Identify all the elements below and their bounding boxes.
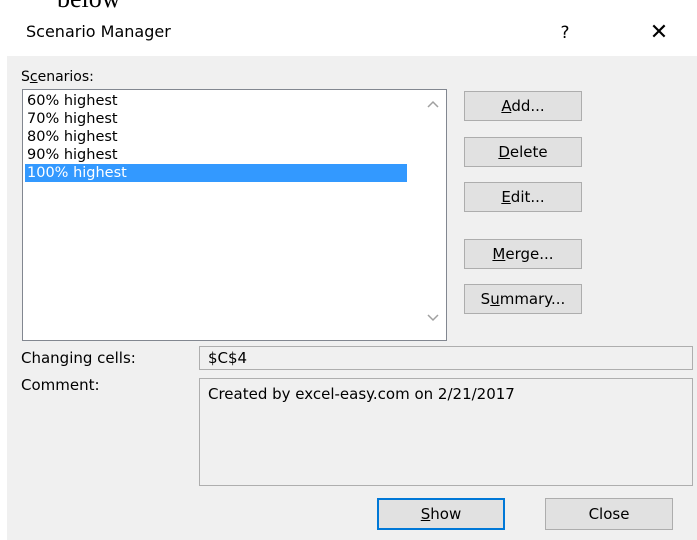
comment-label: Comment:	[21, 376, 100, 394]
edit-button-post: dit...	[510, 188, 545, 206]
summary-button-post: mmary...	[499, 290, 566, 308]
merge-button[interactable]: Merge...	[464, 239, 582, 269]
dialog-title: Scenario Manager	[26, 22, 171, 41]
list-item[interactable]: 70% highest	[25, 110, 407, 128]
close-icon[interactable]: ✕	[644, 18, 674, 48]
delete-button[interactable]: Delete	[464, 137, 582, 167]
help-button[interactable]: ?	[550, 18, 580, 48]
scenarios-label-pre: S	[21, 69, 30, 85]
changing-cells-label: Changing cells:	[21, 349, 136, 367]
merge-button-post: erge...	[505, 245, 554, 263]
list-item[interactable]: 80% highest	[25, 128, 407, 146]
summary-button-accelerator: u	[490, 290, 500, 308]
changing-cells-field: $C$4	[199, 346, 693, 370]
chevron-down-icon[interactable]	[423, 312, 443, 328]
delete-button-accelerator: D	[498, 143, 510, 161]
scenarios-label: Scenarios:	[21, 69, 94, 85]
add-button-accelerator: A	[501, 97, 512, 115]
show-button-accelerator: S	[420, 505, 431, 523]
add-button[interactable]: Add...	[464, 91, 582, 121]
edit-button[interactable]: Edit...	[464, 182, 582, 212]
summary-button-pre: S	[480, 290, 491, 308]
scenarios-label-post: enarios:	[37, 69, 94, 85]
summary-button[interactable]: Summary...	[464, 284, 582, 314]
dialog-titlebar: Scenario Manager ? ✕	[7, 12, 697, 56]
list-item[interactable]: 90% highest	[25, 146, 407, 164]
scenarios-listbox[interactable]: 60% highest 70% highest 80% highest 90% …	[22, 89, 447, 341]
show-button-post: how	[430, 505, 462, 523]
edit-button-accelerator: E	[501, 188, 511, 206]
list-item-selected[interactable]: 100% highest	[25, 164, 407, 182]
comment-field: Created by excel-easy.com on 2/21/2017	[199, 378, 693, 486]
delete-button-post: elete	[509, 143, 548, 161]
scenario-manager-dialog: Scenario Manager ? ✕ Scenarios: 60% high…	[7, 12, 697, 540]
show-button[interactable]: Show	[377, 498, 505, 530]
close-button[interactable]: Close	[545, 498, 673, 530]
merge-button-accelerator: M	[492, 245, 506, 263]
add-button-post: dd...	[511, 97, 545, 115]
chevron-up-icon[interactable]	[423, 98, 443, 114]
list-item[interactable]: 60% highest	[25, 92, 407, 110]
scenarios-label-accelerator: c	[29, 69, 38, 85]
